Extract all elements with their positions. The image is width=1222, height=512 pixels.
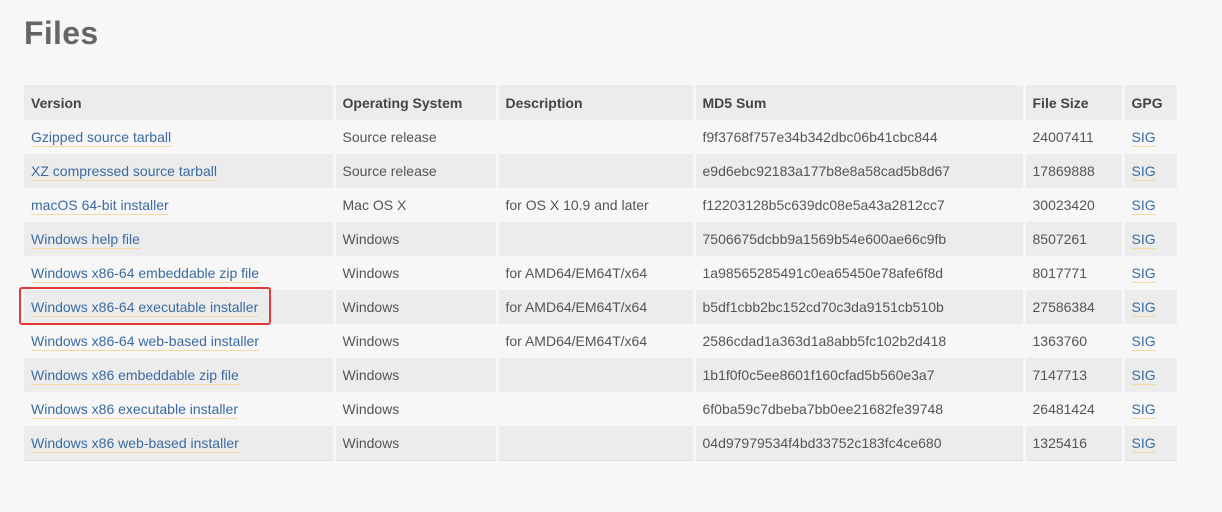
file-size-cell: 1325416	[1024, 426, 1125, 461]
table-row: Windows help file Windows 7506675dcbb9a1…	[24, 222, 1180, 256]
sig-link[interactable]: SIG	[1131, 197, 1156, 215]
table-row: macOS 64-bit installer Mac OS X for OS X…	[24, 188, 1180, 222]
version-link[interactable]: XZ compressed source tarball	[31, 163, 217, 181]
os-cell: Windows	[334, 256, 499, 290]
header-file-size: File Size	[1024, 85, 1125, 120]
description-cell	[497, 154, 696, 188]
description-cell	[497, 392, 696, 426]
sig-link[interactable]: SIG	[1131, 231, 1156, 249]
table-row: Windows x86 web-based installer Windows …	[24, 426, 1180, 461]
version-link[interactable]: Windows x86-64 executable installer	[31, 299, 259, 317]
os-cell: Windows	[334, 426, 499, 461]
file-size-cell: 30023420	[1024, 188, 1125, 222]
file-size-cell: 8507261	[1024, 222, 1125, 256]
files-page: Files Version Operating System Descripti…	[0, 0, 1222, 512]
page-title: Files	[24, 15, 99, 51]
file-size-cell: 8017771	[1024, 256, 1125, 290]
file-size-cell: 7147713	[1024, 358, 1125, 392]
table-row: Windows x86-64 web-based installer Windo…	[24, 324, 1180, 358]
version-link[interactable]: Windows x86 executable installer	[31, 401, 238, 419]
description-cell	[497, 426, 696, 461]
table-header-row: Version Operating System Description MD5…	[24, 85, 1180, 120]
description-cell: for OS X 10.9 and later	[497, 188, 696, 222]
md5-cell: f9f3768f757e34b342dbc06b41cbc844	[694, 120, 1026, 154]
os-cell: Source release	[334, 120, 499, 154]
md5-cell: 1b1f0f0c5ee8601f160cfad5b560e3a7	[694, 358, 1026, 392]
md5-cell: f12203128b5c639dc08e5a43a2812cc7	[694, 188, 1026, 222]
table-row: XZ compressed source tarball Source rele…	[24, 154, 1180, 188]
version-link[interactable]: Windows x86-64 embeddable zip file	[31, 265, 260, 283]
file-size-cell: 24007411	[1024, 120, 1125, 154]
file-size-cell: 27586384	[1024, 290, 1125, 324]
file-size-cell: 17869888	[1024, 154, 1125, 188]
table-row: Windows x86-64 executable installer Wind…	[24, 290, 1180, 324]
header-description: Description	[497, 85, 696, 120]
file-size-cell: 1363760	[1024, 324, 1125, 358]
version-link[interactable]: Gzipped source tarball	[31, 129, 172, 147]
description-cell: for AMD64/EM64T/x64	[497, 324, 696, 358]
sig-link[interactable]: SIG	[1131, 367, 1156, 385]
version-link[interactable]: Windows help file	[31, 231, 140, 249]
os-cell: Windows	[334, 222, 499, 256]
description-cell	[497, 222, 696, 256]
description-cell	[497, 358, 696, 392]
table-row: Windows x86 executable installer Windows…	[24, 392, 1180, 426]
header-operating-system: Operating System	[334, 85, 499, 120]
os-cell: Windows	[334, 358, 499, 392]
version-link[interactable]: Windows x86 embeddable zip file	[31, 367, 239, 385]
md5-cell: 6f0ba59c7dbeba7bb0ee21682fe39748	[694, 392, 1026, 426]
sig-link[interactable]: SIG	[1131, 333, 1156, 351]
description-cell: for AMD64/EM64T/x64	[497, 290, 696, 324]
table-row: Windows x86-64 embeddable zip file Windo…	[24, 256, 1180, 290]
description-cell: for AMD64/EM64T/x64	[497, 256, 696, 290]
md5-cell: 2586cdad1a363d1a8abb5fc102b2d418	[694, 324, 1026, 358]
header-version: Version	[24, 85, 336, 120]
md5-cell: b5df1cbb2bc152cd70c3da9151cb510b	[694, 290, 1026, 324]
table-row: Windows x86 embeddable zip file Windows …	[24, 358, 1180, 392]
md5-cell: 1a98565285491c0ea65450e78afe6f8d	[694, 256, 1026, 290]
sig-link[interactable]: SIG	[1131, 299, 1156, 317]
md5-cell: e9d6ebc92183a177b8e8a58cad5b8d67	[694, 154, 1026, 188]
file-size-cell: 26481424	[1024, 392, 1125, 426]
os-cell: Source release	[334, 154, 499, 188]
version-link[interactable]: Windows x86 web-based installer	[31, 434, 239, 453]
sig-link[interactable]: SIG	[1131, 129, 1156, 147]
sig-link[interactable]: SIG	[1131, 434, 1156, 453]
sig-link[interactable]: SIG	[1131, 163, 1156, 181]
sig-link[interactable]: SIG	[1131, 401, 1156, 419]
os-cell: Windows	[334, 324, 499, 358]
os-cell: Windows	[334, 392, 499, 426]
os-cell: Windows	[334, 290, 499, 324]
description-cell	[497, 120, 696, 154]
os-cell: Mac OS X	[334, 188, 499, 222]
sig-link[interactable]: SIG	[1131, 265, 1156, 283]
header-gpg: GPG	[1123, 85, 1180, 120]
version-link[interactable]: macOS 64-bit installer	[31, 197, 169, 215]
files-table: Version Operating System Description MD5…	[24, 85, 1180, 461]
version-link[interactable]: Windows x86-64 web-based installer	[31, 333, 259, 351]
md5-cell: 7506675dcbb9a1569b54e600ae66c9fb	[694, 222, 1026, 256]
table-row: Gzipped source tarball Source release f9…	[24, 120, 1180, 154]
header-md5-sum: MD5 Sum	[694, 85, 1026, 120]
md5-cell: 04d97979534f4bd33752c183fc4ce680	[694, 426, 1026, 461]
